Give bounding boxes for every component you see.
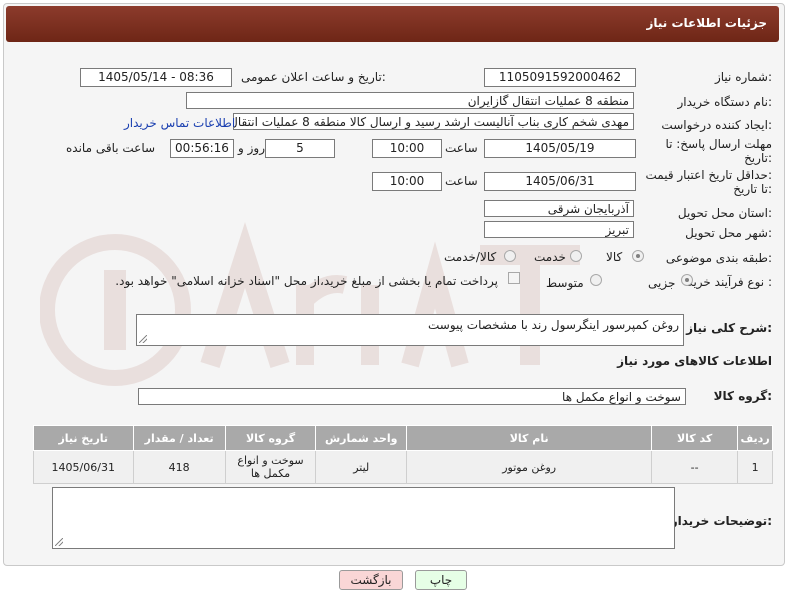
table-header-row: ردیف کد کالا نام کالا واحد شمارش گروه کا… xyxy=(33,425,773,451)
page-header: جزئیات اطلاعات نیاز xyxy=(6,6,779,42)
items-table: ردیف کد کالا نام کالا واحد شمارش گروه کا… xyxy=(33,425,773,484)
creator-field[interactable]: مهدی شخم کاری بناب آنالیست ارشد رسید و ا… xyxy=(233,113,634,130)
creator-label: ایجاد کننده درخواست: xyxy=(661,118,772,132)
cell-date: 1405/06/31 xyxy=(33,450,134,484)
col-code: کد کالا xyxy=(651,425,739,451)
cell-code: -- xyxy=(651,450,739,484)
col-row: ردیف xyxy=(737,425,773,451)
city-label: شهر محل تحویل: xyxy=(685,226,772,240)
days-field[interactable]: 5 xyxy=(265,139,335,158)
cell-unit: لیتر xyxy=(315,450,408,484)
resize-handle-icon[interactable] xyxy=(55,538,63,546)
province-field[interactable]: آذربایجان شرقی xyxy=(484,200,634,217)
buyer-org-field[interactable]: منطقه 8 عملیات انتقال گازایران xyxy=(186,92,634,109)
category-radio-service[interactable] xyxy=(570,250,582,262)
deadline-label: مهلت ارسال پاسخ: تا xyxy=(665,137,772,151)
category-radio-both[interactable] xyxy=(504,250,516,262)
payment-note: پرداخت تمام یا بخشی از مبلغ خرید،از محل … xyxy=(115,274,498,288)
buyer-org-label: نام دستگاه خریدار: xyxy=(677,95,773,109)
description-text: روغن کمپرسور اینگرسول رند با مشخصات پیوس… xyxy=(427,318,679,332)
contact-buyer-link[interactable]: اطلاعات تماس خریدار xyxy=(124,116,235,130)
city-field[interactable]: تبریز xyxy=(484,221,634,238)
remaining-label: ساعت باقی مانده xyxy=(66,141,156,155)
goods-group-label: گروه کالا: xyxy=(713,389,772,403)
announce-label: تاریخ و ساعت اعلان عمومی: xyxy=(241,70,386,84)
buyer-notes-label: توضیحات خریدار: xyxy=(670,514,772,528)
col-quantity: تعداد / مقدار xyxy=(132,425,226,451)
deadline-time-field[interactable]: 10:00 xyxy=(372,139,442,158)
page-title: جزئیات اطلاعات نیاز xyxy=(646,16,767,30)
need-number-field[interactable]: 1105091592000462 xyxy=(484,68,636,87)
col-group: گروه کالا xyxy=(224,425,317,451)
cell-name: روغن موتور xyxy=(406,450,653,484)
deadline-date-field[interactable]: 1405/05/19 xyxy=(484,139,636,158)
category-service-label: خدمت xyxy=(534,250,566,264)
announce-date-field[interactable]: 1405/05/14 - 08:36 xyxy=(80,68,232,87)
description-field[interactable]: روغن کمپرسور اینگرسول رند با مشخصات پیوس… xyxy=(136,314,684,346)
print-button[interactable]: چاپ xyxy=(415,570,467,590)
buyer-notes-field[interactable] xyxy=(52,487,675,549)
col-name: نام کالا xyxy=(406,425,653,451)
process-radio-medium[interactable] xyxy=(590,274,602,286)
process-radio-minor[interactable] xyxy=(681,274,693,286)
description-label: شرح کلی نیاز: xyxy=(686,321,772,335)
back-button[interactable]: بازگشت xyxy=(339,570,403,590)
days-label: روز و xyxy=(238,141,265,155)
deadline-label-2: تاریخ: xyxy=(744,151,772,165)
deadline-time-label: ساعت xyxy=(445,141,478,155)
col-date: تاریخ نیاز xyxy=(33,425,134,451)
process-medium-label: متوسط xyxy=(546,276,584,290)
remaining-time-field[interactable]: 00:56:16 xyxy=(170,139,234,158)
process-label: نوع فرآیند خرید : xyxy=(687,275,772,289)
treasury-payment-checkbox[interactable] xyxy=(508,272,520,284)
category-label: طبقه بندی موضوعی: xyxy=(665,251,772,265)
goods-info-title: اطلاعات کالاهای مورد نیاز xyxy=(617,354,772,368)
resize-handle-icon[interactable] xyxy=(139,335,147,343)
table-row: 1 -- روغن موتور لیتر سوخت و انواع مکمل ه… xyxy=(33,450,773,484)
price-validity-label-2: تا تاریخ: xyxy=(733,182,772,196)
price-validity-label: حداقل تاریخ اعتبار قیمت: xyxy=(645,168,772,182)
price-time-label: ساعت xyxy=(445,174,478,188)
process-minor-label: جزیی xyxy=(648,276,676,290)
col-unit: واحد شمارش xyxy=(315,425,408,451)
province-label: استان محل تحویل: xyxy=(677,206,772,220)
category-radio-goods[interactable] xyxy=(632,250,644,262)
category-goods-label: کالا xyxy=(606,250,623,264)
price-date-field[interactable]: 1405/06/31 xyxy=(484,172,636,191)
need-number-label: شماره نیاز: xyxy=(714,70,772,84)
price-time-field[interactable]: 10:00 xyxy=(372,172,442,191)
cell-quantity: 418 xyxy=(132,450,226,484)
cell-row: 1 xyxy=(737,450,773,484)
category-both-label: کالا/خدمت xyxy=(444,250,497,264)
goods-group-field[interactable]: سوخت و انواع مکمل ها xyxy=(138,388,686,405)
cell-group: سوخت و انواع مکمل ها xyxy=(224,450,317,484)
announce-date-value: 1405/05/14 - 08:36 xyxy=(98,70,214,84)
